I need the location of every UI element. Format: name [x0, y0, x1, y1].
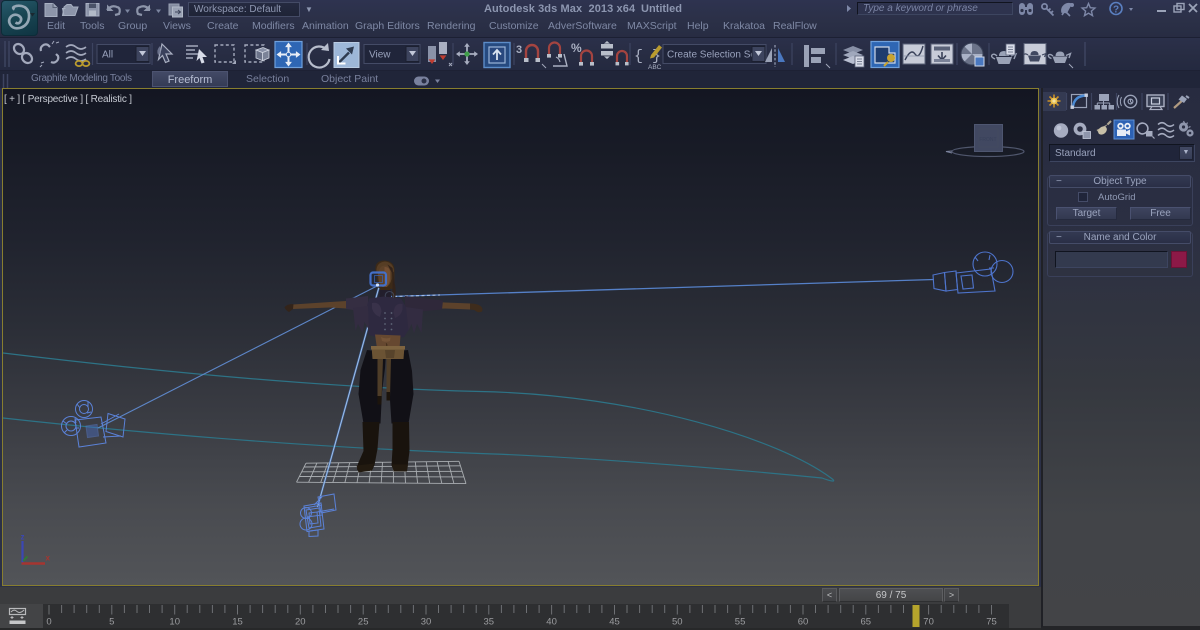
svg-text:75: 75 — [986, 617, 997, 628]
svg-text:70: 70 — [923, 617, 934, 628]
svg-text:60: 60 — [798, 617, 809, 628]
svg-text:45: 45 — [609, 617, 620, 628]
svg-text:35: 35 — [484, 617, 495, 628]
svg-text:40: 40 — [546, 617, 557, 628]
svg-text:15: 15 — [232, 617, 243, 628]
svg-text:0: 0 — [46, 617, 51, 628]
svg-text:30: 30 — [421, 617, 432, 628]
svg-text:25: 25 — [358, 617, 369, 628]
svg-text:5: 5 — [109, 617, 114, 628]
svg-text:10: 10 — [169, 617, 180, 628]
svg-text:20: 20 — [295, 617, 306, 628]
svg-text:50: 50 — [672, 617, 683, 628]
svg-text:55: 55 — [735, 617, 746, 628]
svg-text:65: 65 — [861, 617, 872, 628]
